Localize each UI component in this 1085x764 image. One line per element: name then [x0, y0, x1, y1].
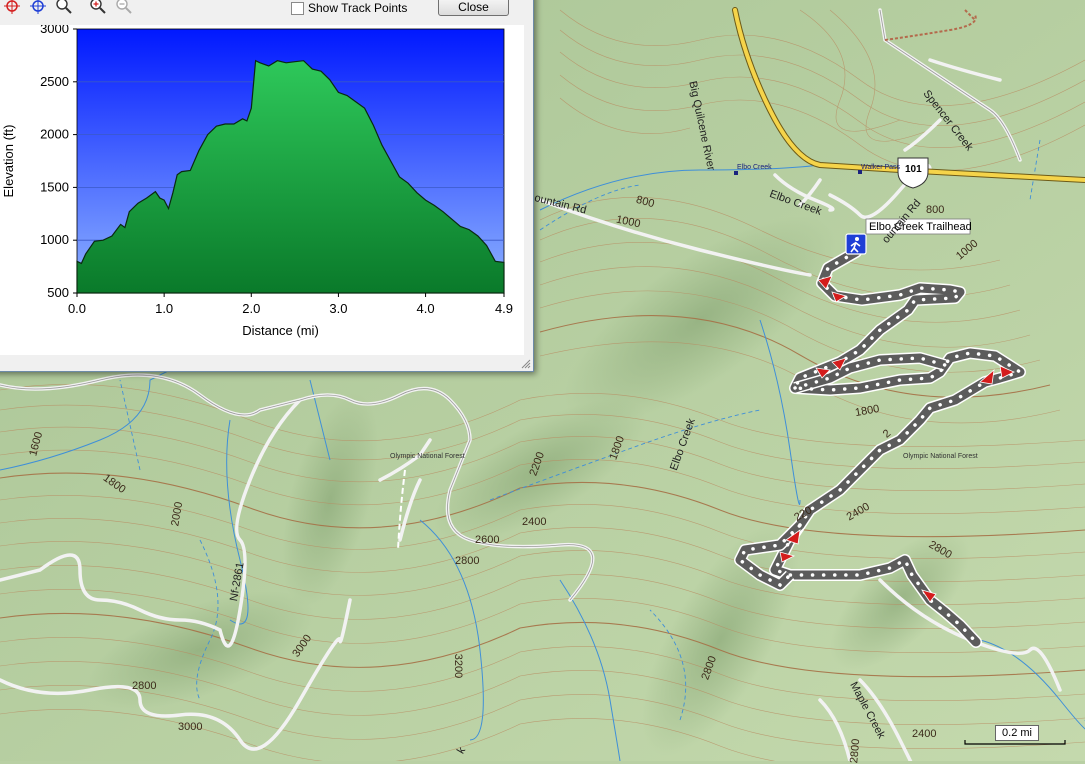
y-tick-label: 2500 — [40, 74, 69, 89]
contour-label: 2400 — [912, 728, 937, 740]
contour-label: 3000 — [178, 721, 203, 733]
y-axis-label: Elevation (ft) — [1, 125, 16, 198]
contour-label: 800 — [926, 204, 945, 216]
zoom-in-icon[interactable] — [89, 0, 107, 15]
crosshair-icon[interactable] — [29, 0, 47, 15]
poi-label-elbo-creek[interactable]: Elbo Creek — [737, 164, 772, 171]
map-scale: 0.2 mi — [995, 725, 1039, 741]
x-tick-label: 4.9 — [495, 301, 513, 316]
y-tick-label: 3000 — [40, 25, 69, 36]
y-tick-label: 1000 — [40, 232, 69, 247]
elevation-chart[interactable]: 500 1000 1500 2000 2500 3000 0.0 1.0 2.0 3.0 4.0 4.… — [0, 21, 524, 355]
x-axis-label: Distance (mi) — [242, 323, 319, 338]
show-track-points-label: Show Track Points — [308, 1, 408, 15]
zoom-icon[interactable] — [55, 0, 73, 15]
contour-label: 2800 — [132, 680, 157, 692]
close-button[interactable]: Close — [438, 0, 509, 16]
show-track-points-checkbox[interactable]: Show Track Points — [291, 1, 407, 15]
x-tick-label: 0.0 — [68, 301, 86, 316]
x-tick-label: 2.0 — [242, 301, 260, 316]
contour-label: 2800 — [848, 738, 863, 764]
y-tick-label: 500 — [47, 285, 69, 300]
hiker-icon[interactable] — [845, 233, 867, 255]
x-tick-label: 1.0 — [155, 301, 173, 316]
poi-label-walker-pass[interactable]: Walker Pass — [861, 164, 900, 171]
highway-number: 101 — [905, 164, 922, 175]
checkbox-box[interactable] — [291, 1, 304, 15]
contour-label: 2600 — [475, 534, 500, 546]
elevation-profile-window[interactable]: Show Track Points Close 500 1000 1500 2000 2… — [0, 0, 534, 372]
select-icon[interactable] — [3, 0, 21, 15]
y-tick-label: 1500 — [40, 179, 69, 194]
x-tick-label: 4.0 — [417, 301, 435, 316]
resize-grip-icon[interactable] — [521, 359, 531, 369]
y-tick-label: 2000 — [40, 127, 69, 142]
x-tick-label: 3.0 — [329, 301, 347, 316]
contour-label: 3200 — [452, 653, 465, 679]
contour-label: 2400 — [522, 516, 547, 528]
chart-area: 500 1000 1500 2000 2500 3000 0.0 1.0 2.0 3.0 4.0 4.… — [0, 21, 524, 355]
contour-label: 2800 — [455, 555, 480, 567]
toolbar: Show Track Points Close — [0, 0, 533, 19]
forest-label: Olympic National Forest — [903, 453, 978, 460]
zoom-out-icon[interactable] — [115, 0, 133, 15]
waypoint-icon[interactable] — [734, 171, 738, 175]
forest-label: Olympic National Forest — [390, 453, 465, 460]
